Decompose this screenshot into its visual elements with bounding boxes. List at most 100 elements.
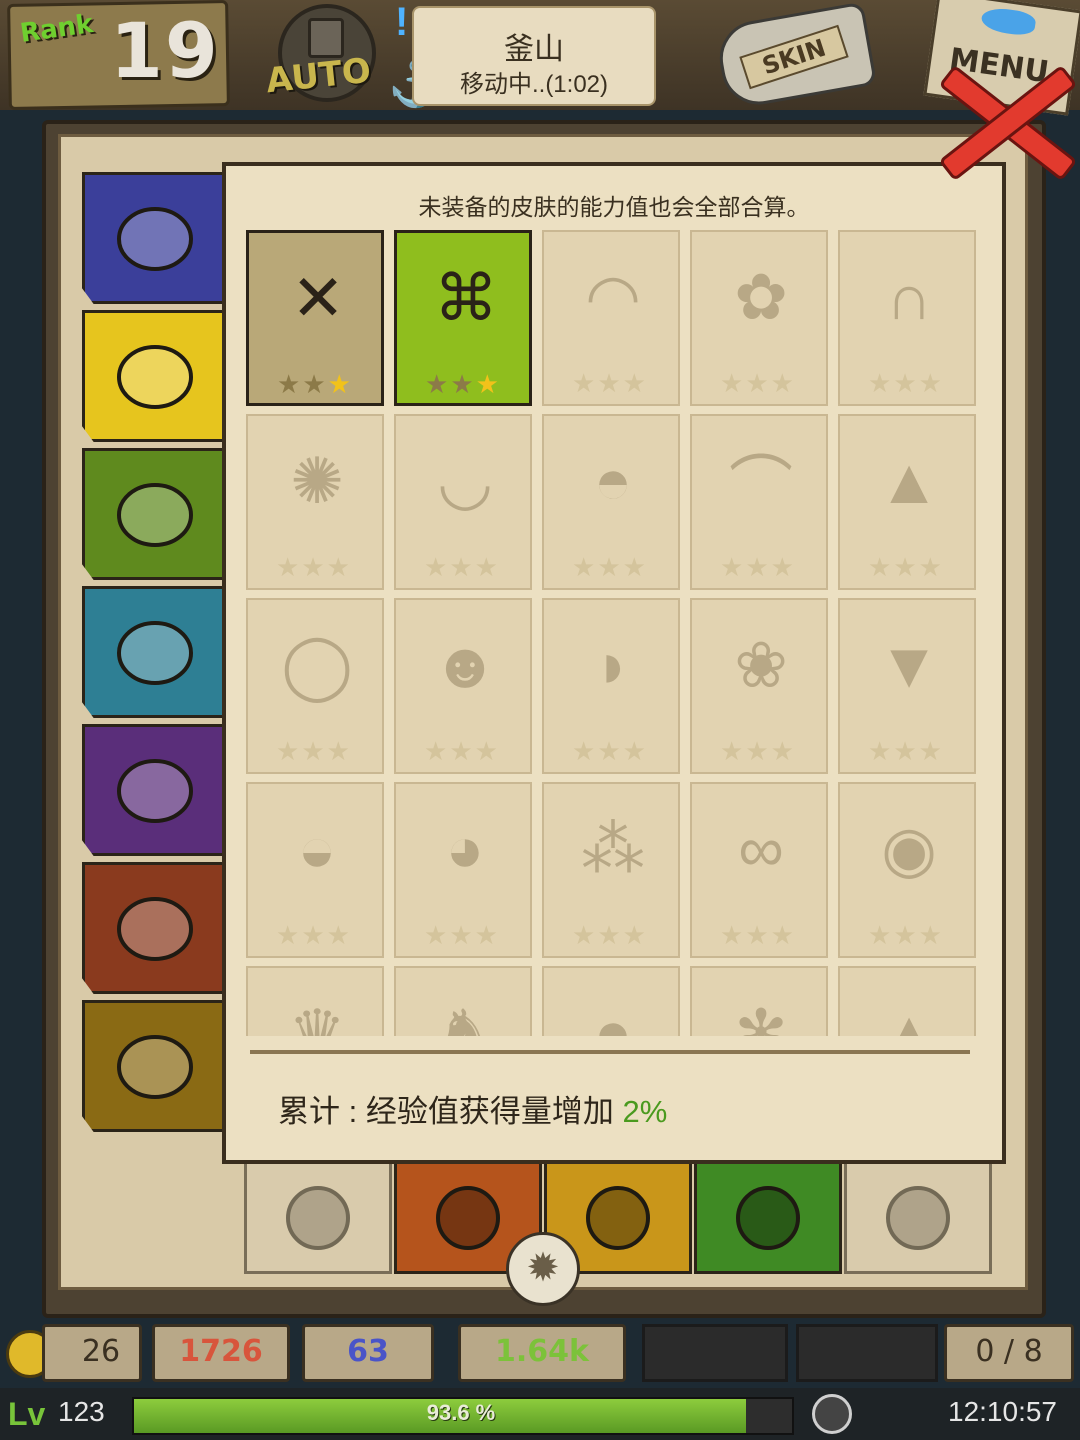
red-resource-value: 1726 bbox=[179, 1334, 263, 1369]
star-icon: ★ bbox=[868, 920, 894, 950]
star-icon: ★ bbox=[622, 736, 648, 766]
close-icon[interactable] bbox=[930, 60, 1078, 182]
skin-card[interactable]: ⌘ ★★★ bbox=[394, 230, 532, 406]
equip-slot-binoculars[interactable] bbox=[694, 1160, 842, 1274]
skin-card[interactable]: ∩ ★★★ bbox=[838, 230, 976, 406]
location-scroll[interactable]: 釜山 移动中..(1:02) bbox=[412, 6, 656, 106]
skin-card[interactable]: ♛★★★ bbox=[246, 966, 384, 1036]
skin-card[interactable]: ◓★★★ bbox=[542, 966, 680, 1036]
skin-card[interactable]: ◕ ★★★ bbox=[394, 782, 532, 958]
ship-icon bbox=[105, 743, 205, 833]
lantern-icon bbox=[105, 1019, 205, 1109]
skin-card[interactable]: ∞ ★★★ bbox=[690, 782, 828, 958]
alert-icon[interactable]: ! bbox=[395, 0, 408, 45]
star-rating: ★★★ bbox=[720, 552, 810, 583]
star-icon: ★ bbox=[449, 552, 475, 582]
skin-card[interactable]: ✿ ★★★ bbox=[690, 230, 828, 406]
skin-grid[interactable]: ✕ ★★★ ⌘ ★★★ ◠ ★★★ ✿ ★★★ ∩ ★★★ ✺ ★★★ ◡ ★★★ ◓ ★★★ ⌒ ★★★ ▲ ★★★… bbox=[246, 230, 984, 1036]
panel-divider bbox=[250, 1050, 970, 1054]
skin-card[interactable]: ✕ ★★★ bbox=[246, 230, 384, 406]
fish-bone-icon: ⌘ bbox=[434, 261, 498, 334]
star-icon: ★ bbox=[301, 920, 327, 950]
skin-card[interactable]: ▼ ★★★ bbox=[838, 598, 976, 774]
skin-card[interactable]: ⁂ ★★★ bbox=[542, 782, 680, 958]
star-icon: ★ bbox=[572, 736, 598, 766]
category-tab-weapon[interactable] bbox=[82, 172, 228, 304]
star-rating: ★★★ bbox=[868, 920, 958, 951]
skin-card[interactable]: ◗ ★★★ bbox=[542, 598, 680, 774]
lock-icon bbox=[308, 18, 344, 58]
star-icon: ★ bbox=[450, 369, 476, 399]
category-tab-ship[interactable] bbox=[82, 724, 228, 856]
star-icon: ★ bbox=[474, 736, 500, 766]
dark-hat-icon: ◓ bbox=[593, 997, 633, 1036]
star-rating: ★★★ bbox=[276, 920, 366, 951]
star-rating: ★★★ bbox=[276, 736, 366, 767]
skin-card[interactable]: ◉ ★★★ bbox=[838, 782, 976, 958]
skin-card[interactable]: ▲★★★ bbox=[838, 966, 976, 1036]
location-status: 移动中..(1:02) bbox=[459, 71, 609, 98]
skin-card[interactable]: ⌒ ★★★ bbox=[690, 414, 828, 590]
headband-white-icon: ◡ bbox=[437, 444, 493, 517]
green-resource-value: 1.64k bbox=[495, 1334, 589, 1369]
equip-slot-cat-slot[interactable] bbox=[244, 1160, 392, 1274]
skin-card[interactable]: ✻★★★ bbox=[690, 966, 828, 1036]
skin-card[interactable]: ♞★★★ bbox=[394, 966, 532, 1036]
skin-button[interactable]: SKIN bbox=[713, 1, 878, 111]
star-icon: ★ bbox=[745, 736, 771, 766]
star-rating: ★★★ bbox=[276, 552, 366, 583]
skin-card[interactable]: ◠ ★★★ bbox=[542, 230, 680, 406]
blue-resource-value: 63 bbox=[347, 1334, 389, 1369]
category-tab-hat[interactable] bbox=[82, 310, 228, 442]
star-icon: ★ bbox=[770, 552, 796, 582]
category-tab-hair[interactable] bbox=[82, 448, 228, 580]
location-name: 釜山 bbox=[504, 33, 564, 66]
star-icon: ★ bbox=[276, 920, 302, 950]
star-icon: ★ bbox=[893, 920, 919, 950]
backpack-icon bbox=[105, 881, 205, 971]
skin-card[interactable]: ◯ ★★★ bbox=[246, 598, 384, 774]
star-icon: ★ bbox=[449, 736, 475, 766]
star-icon: ★ bbox=[745, 920, 771, 950]
headband-icon: ◠ bbox=[585, 260, 641, 333]
star-icon: ★ bbox=[745, 368, 771, 398]
skin-card[interactable]: ☻ ★★★ bbox=[394, 598, 532, 774]
coin-value: 26 bbox=[81, 1334, 121, 1369]
level-icon: Lv bbox=[8, 1396, 46, 1432]
star-icon: ★ bbox=[868, 736, 894, 766]
clock-icon bbox=[812, 1394, 852, 1434]
star-icon: ★ bbox=[918, 920, 944, 950]
star-icon: ★ bbox=[301, 552, 327, 582]
star-icon: ★ bbox=[770, 736, 796, 766]
star-icon: ★ bbox=[474, 552, 500, 582]
star-icon: ★ bbox=[770, 368, 796, 398]
star-icon: ★ bbox=[597, 736, 623, 766]
star-icon: ★ bbox=[326, 736, 352, 766]
skin-card[interactable]: ◡ ★★★ bbox=[394, 414, 532, 590]
category-tab-lantern[interactable] bbox=[82, 1000, 228, 1132]
halo-icon: ◯ bbox=[281, 628, 353, 701]
star-icon: ★ bbox=[622, 920, 648, 950]
equip-slot-gem-slot[interactable] bbox=[844, 1160, 992, 1274]
gem-icon bbox=[875, 1175, 961, 1261]
skin-card[interactable]: ◒ ★★★ bbox=[246, 782, 384, 958]
skin-card[interactable]: ❀ ★★★ bbox=[690, 598, 828, 774]
star-rating: ★★★ bbox=[572, 736, 662, 767]
yellow-cap-icon: ◓ bbox=[593, 445, 633, 517]
fish-icon bbox=[980, 5, 1037, 38]
star-icon: ★ bbox=[475, 369, 501, 399]
star-rating: ★★★ bbox=[424, 920, 514, 951]
harpoon-icon bbox=[425, 1175, 511, 1261]
skin-card[interactable]: ◓★★★ bbox=[542, 414, 680, 590]
auto-button[interactable]: AUTO bbox=[258, 0, 388, 104]
net-bag-icon bbox=[575, 1175, 661, 1261]
star-icon: ★ bbox=[597, 920, 623, 950]
star-rating: ★★★ bbox=[424, 552, 514, 583]
rank-value: 19 bbox=[110, 6, 220, 95]
category-tab-bag[interactable] bbox=[82, 862, 228, 994]
skin-card[interactable]: ✺ ★★★ bbox=[246, 414, 384, 590]
category-tab-outfit[interactable] bbox=[82, 586, 228, 718]
star-rating: ★★★ bbox=[277, 369, 367, 400]
settings-gear-icon[interactable]: ✹ bbox=[506, 1232, 580, 1306]
skin-card[interactable]: ▲★★★ bbox=[838, 414, 976, 590]
